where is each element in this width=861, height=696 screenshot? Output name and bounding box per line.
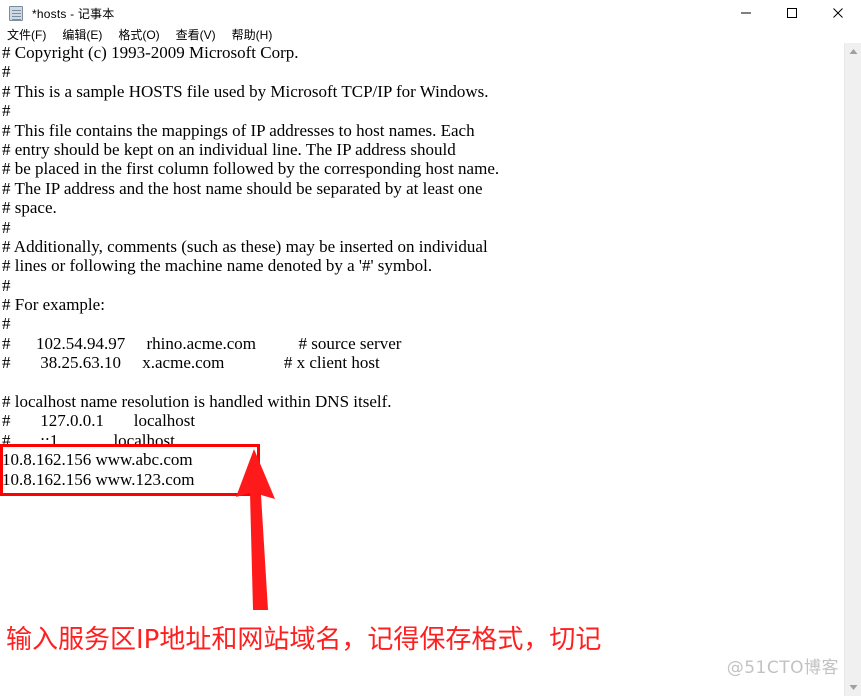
editor-line: # Additionally, comments (such as these)… — [2, 236, 488, 256]
editor-line: # — [2, 275, 11, 295]
editor-line: # The IP address and the host name shoul… — [2, 178, 483, 198]
close-button[interactable] — [815, 0, 861, 26]
editor-line: # — [2, 314, 11, 334]
menu-item-format[interactable]: 格式(O) — [118, 26, 159, 43]
scroll-down-arrow-icon[interactable] — [845, 679, 861, 696]
notepad-window: *hosts - 记事本 文件(F) 编辑(E) 格式(O) 查看(V) 帮助(… — [0, 0, 861, 696]
editor-line: # — [2, 217, 11, 237]
maximize-icon — [787, 8, 797, 18]
window-controls — [723, 0, 861, 26]
menu-item-file[interactable]: 文件(F) — [7, 26, 46, 43]
minimize-icon — [741, 12, 751, 14]
text-content[interactable]: # Copyright (c) 1993-2009 Microsoft Corp… — [2, 43, 838, 489]
editor-line: 10.8.162.156 www.123.com — [2, 469, 195, 489]
scroll-up-arrow-icon[interactable] — [845, 43, 861, 60]
menu-item-view[interactable]: 查看(V) — [176, 26, 216, 43]
window-title: *hosts - 记事本 — [32, 6, 115, 21]
menu-bar: 文件(F) 编辑(E) 格式(O) 查看(V) 帮助(H) — [0, 26, 861, 43]
notepad-icon — [8, 5, 25, 22]
editor-line: # entry should be kept on an individual … — [2, 139, 456, 159]
maximize-button[interactable] — [769, 0, 815, 26]
vertical-scrollbar[interactable] — [844, 43, 861, 696]
editor-line: # space. — [2, 198, 57, 218]
editor-line: # — [2, 62, 11, 82]
menu-item-edit[interactable]: 编辑(E) — [62, 26, 102, 43]
editor-line: # be placed in the first column followed… — [2, 159, 500, 179]
editor-line: # 102.54.94.97 rhino.acme.com # source s… — [2, 333, 402, 353]
title-bar[interactable]: *hosts - 记事本 — [0, 0, 861, 26]
editor-line: # ::1 localhost — [2, 430, 175, 450]
watermark-text: @51CTO博客 — [726, 658, 839, 678]
minimize-button[interactable] — [723, 0, 769, 26]
editor-line: # localhost name resolution is handled w… — [2, 392, 392, 412]
editor-line: # For example: — [2, 295, 105, 315]
text-editor-area[interactable]: # Copyright (c) 1993-2009 Microsoft Corp… — [0, 43, 861, 696]
menu-item-help[interactable]: 帮助(H) — [232, 26, 273, 43]
editor-line: # Copyright (c) 1993-2009 Microsoft Corp… — [2, 43, 299, 62]
editor-line: # 127.0.0.1 localhost — [2, 411, 196, 431]
editor-line: # lines or following the machine name de… — [2, 256, 433, 276]
editor-line: # This file contains the mappings of IP … — [2, 120, 475, 140]
editor-line: # This is a sample HOSTS file used by Mi… — [2, 81, 489, 101]
editor-line: # — [2, 101, 11, 121]
editor-line: # 38.25.63.10 x.acme.com # x client host — [2, 353, 380, 373]
annotation-note: 输入服务区IP地址和网站域名，记得保存格式，切记 — [6, 625, 602, 655]
editor-line: 10.8.162.156 www.abc.com — [2, 450, 193, 470]
close-icon — [833, 8, 843, 18]
